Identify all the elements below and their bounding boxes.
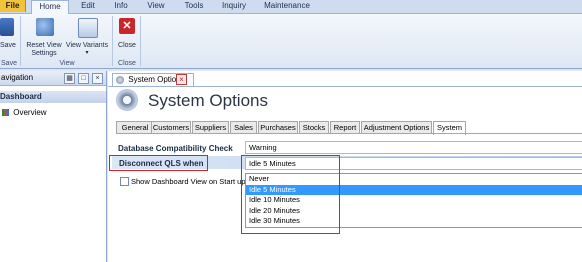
annotation-box-dropdown: [241, 155, 340, 234]
nav-item-overview[interactable]: Overview: [2, 108, 47, 117]
reset-view-icon: [36, 18, 54, 36]
navigation-pane: avigation ▦ □ × Dashboard Overview: [0, 71, 107, 262]
save-icon: [0, 18, 14, 36]
tab-inquiry[interactable]: Inquiry: [214, 0, 254, 12]
tab-view[interactable]: View: [140, 0, 172, 12]
group-label-view: View: [59, 60, 75, 67]
db-compat-field[interactable]: Warning: [245, 141, 582, 154]
navigation-header: avigation ▦ □ ×: [0, 71, 106, 86]
close-icon: ✕: [119, 18, 135, 34]
db-compat-label: Database Compatibility Check: [118, 144, 233, 153]
annotation-box-label: [109, 155, 208, 171]
ribbon-tab-strip: File Home Edit Info View Tools Inquiry M…: [0, 0, 582, 14]
nav-layout-icon[interactable]: ▦: [64, 73, 75, 84]
chart-icon: [2, 109, 9, 117]
tab-maintenance[interactable]: Maintenance: [258, 0, 316, 12]
tab-baseline: [116, 133, 582, 134]
dropdown-arrow-icon: ▾: [85, 50, 89, 56]
view-variants-icon: [78, 18, 98, 38]
gear-icon: [116, 76, 124, 84]
ribbon-separator: [20, 16, 21, 66]
document-tab-divider: [108, 86, 582, 87]
page-title: System Options: [148, 91, 268, 110]
tab-home[interactable]: Home: [31, 0, 69, 14]
close-tab-icon[interactable]: ×: [176, 74, 187, 85]
tab-file[interactable]: File: [0, 0, 26, 12]
system-options-gear-icon: [116, 89, 138, 111]
ribbon: Save Save Reset View Settings View Varia…: [0, 14, 582, 69]
document-area: System Options × System Options General …: [108, 71, 582, 262]
dashboard-checkbox-label: Show Dashboard View on Start up: [131, 177, 246, 186]
nav-section-dashboard[interactable]: Dashboard: [0, 91, 106, 103]
group-label-save: Save: [1, 60, 17, 67]
close-nav-icon[interactable]: ×: [92, 73, 103, 84]
tab-info[interactable]: Info: [108, 0, 134, 12]
dashboard-checkbox[interactable]: [120, 177, 129, 186]
tab-edit[interactable]: Edit: [72, 0, 104, 12]
tab-tools[interactable]: Tools: [178, 0, 210, 12]
group-label-close: Close: [118, 60, 136, 67]
ribbon-separator: [112, 16, 113, 66]
ribbon-separator: [140, 16, 141, 66]
pin-icon[interactable]: □: [78, 73, 89, 84]
